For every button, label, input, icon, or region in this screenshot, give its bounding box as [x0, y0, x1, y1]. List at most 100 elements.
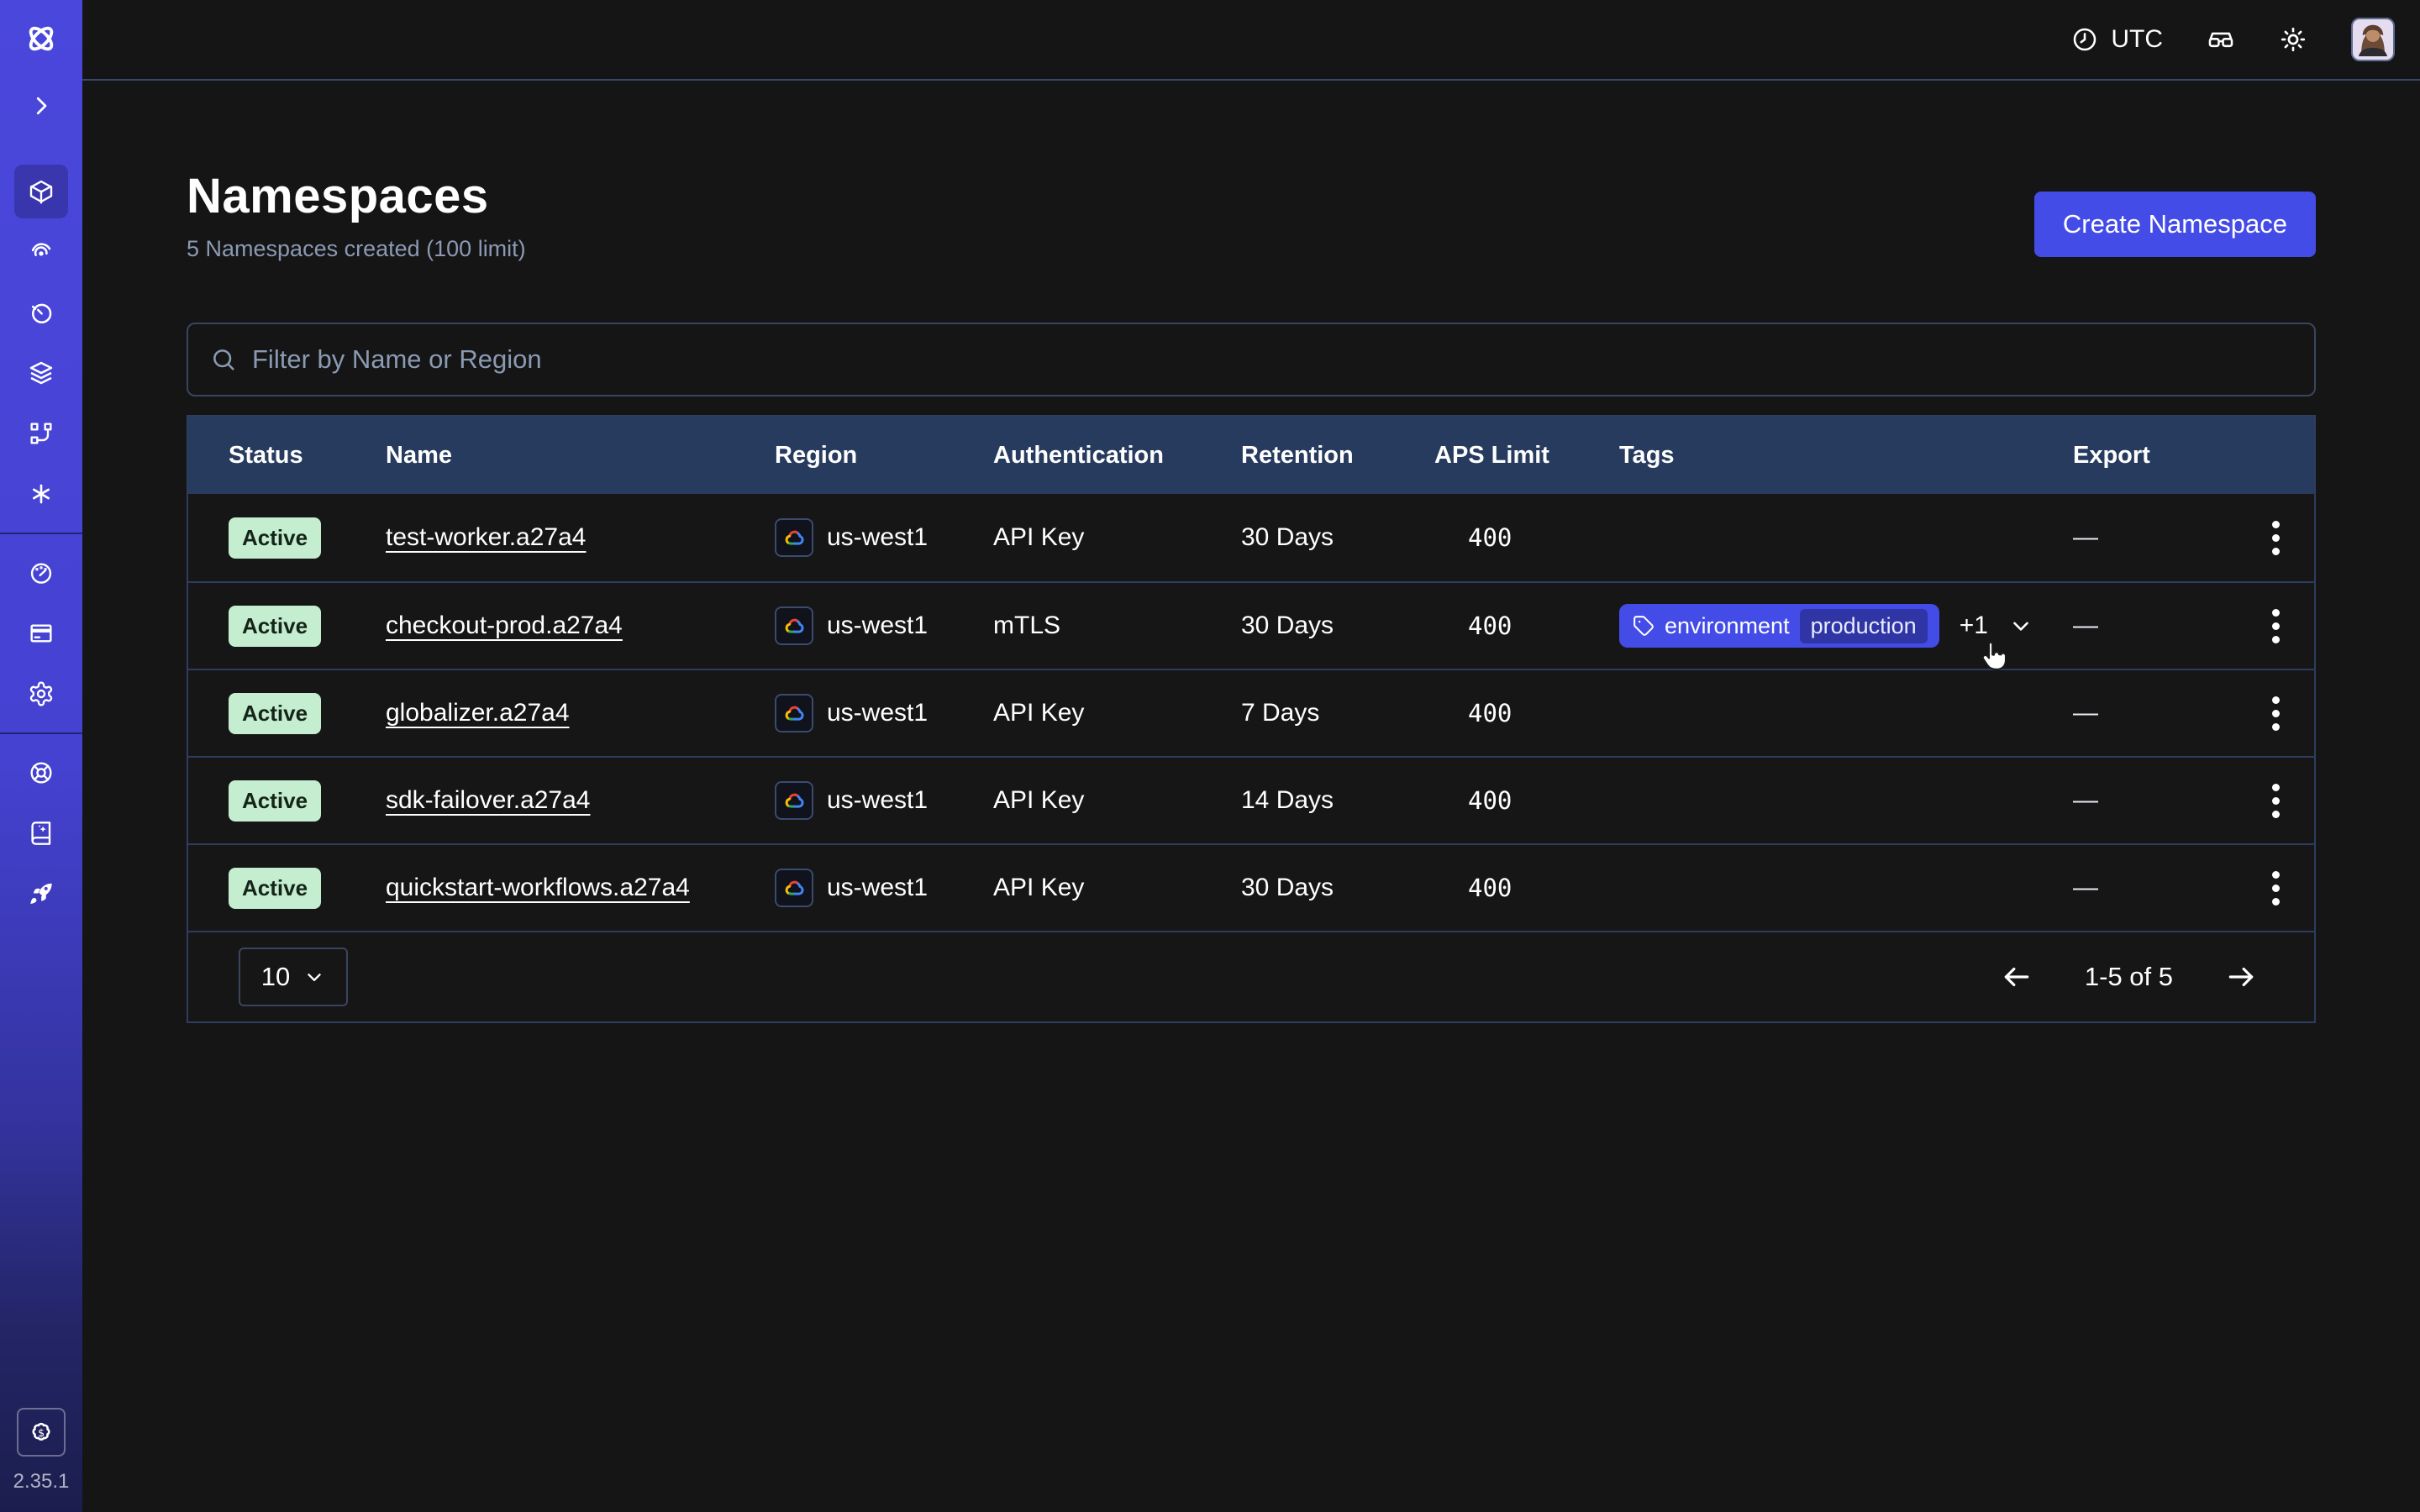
auth-label: API Key	[993, 523, 1241, 552]
temporal-logo[interactable]	[21, 18, 61, 59]
aps-limit-value: 400	[1434, 874, 1619, 902]
svg-text:$: $	[38, 1427, 45, 1440]
namespace-link[interactable]: quickstart-workflows.a27a4	[386, 874, 690, 902]
gcp-region-icon	[775, 869, 813, 907]
col-header-tags: Tags	[1619, 442, 2073, 470]
sidebar-item-docs[interactable]	[14, 806, 68, 860]
chevron-down-icon	[303, 966, 325, 988]
timezone-label: UTC	[2111, 25, 2163, 54]
row-menu-button[interactable]	[2264, 512, 2288, 564]
export-value: —	[2073, 874, 2238, 902]
aps-limit-value: 400	[1434, 612, 1619, 640]
row-menu-button[interactable]	[2264, 863, 2288, 914]
sidebar-item-settings[interactable]	[14, 667, 68, 721]
auth-label: API Key	[993, 699, 1241, 727]
export-value: —	[2073, 786, 2238, 815]
status-badge: Active	[229, 517, 321, 559]
sidebar-item-support[interactable]	[14, 746, 68, 800]
clock-icon	[2070, 25, 2099, 54]
status-badge: Active	[229, 693, 321, 734]
status-badge: Active	[229, 868, 321, 909]
pagination-range: 1-5 of 5	[2085, 962, 2173, 992]
table-body: Active test-worker.a27a4 us-west1 API Ke…	[188, 494, 2314, 931]
page-size-select[interactable]: 10	[239, 948, 348, 1006]
col-header-retention: Retention	[1241, 442, 1434, 470]
gcp-region-icon	[775, 694, 813, 732]
chevron-down-icon[interactable]	[2008, 613, 2033, 638]
gcp-region-icon	[775, 781, 813, 820]
table-row: Active test-worker.a27a4 us-west1 API Ke…	[188, 494, 2314, 581]
retention-label: 30 Days	[1241, 523, 1434, 552]
sidebar-item-deployments[interactable]	[14, 407, 68, 460]
tag-value: production	[1800, 609, 1928, 643]
billing-badge-button[interactable]: $	[17, 1408, 66, 1457]
glasses-icon[interactable]	[2207, 25, 2235, 54]
filter-bar	[187, 323, 2316, 396]
tag-chip[interactable]: environment production	[1619, 604, 1939, 648]
col-header-authentication: Authentication	[993, 442, 1241, 470]
namespace-link[interactable]: checkout-prod.a27a4	[386, 612, 623, 640]
table-row: Active globalizer.a27a4 us-west1 API Key…	[188, 669, 2314, 756]
sidebar-item-billing[interactable]	[14, 606, 68, 660]
auth-label: mTLS	[993, 612, 1241, 640]
tag-icon	[1633, 615, 1655, 637]
sidebar-item-task-queues[interactable]	[14, 346, 68, 400]
export-value: —	[2073, 523, 2238, 552]
tag-key: environment	[1665, 613, 1790, 639]
sidebar-item-namespaces[interactable]	[14, 165, 68, 218]
retention-label: 30 Days	[1241, 612, 1434, 640]
sidebar-divider	[0, 533, 82, 534]
retention-label: 30 Days	[1241, 874, 1434, 902]
user-avatar[interactable]	[2351, 18, 2395, 61]
table-row: Active checkout-prod.a27a4 us-west1 mTLS…	[188, 581, 2314, 669]
namespace-link[interactable]: globalizer.a27a4	[386, 699, 570, 727]
previous-page-button[interactable]	[1996, 956, 2038, 998]
col-header-name: Name	[386, 442, 775, 470]
sidebar-item-schedules[interactable]	[14, 286, 68, 339]
aps-limit-value: 400	[1434, 699, 1619, 727]
auth-label: API Key	[993, 874, 1241, 902]
namespace-link[interactable]: sdk-failover.a27a4	[386, 786, 591, 815]
sidebar-item-nexus[interactable]	[14, 467, 68, 521]
sidebar-divider	[0, 732, 82, 734]
sidebar-item-getting-started[interactable]	[14, 867, 68, 921]
sidebar-item-usage[interactable]	[14, 546, 68, 600]
create-namespace-button[interactable]: Create Namespace	[2034, 192, 2316, 257]
filter-input[interactable]	[252, 344, 2292, 375]
sidebar-expand-button[interactable]	[21, 86, 61, 126]
region-label: us-west1	[827, 786, 928, 815]
table-footer: 10 1-5 of 5	[188, 931, 2314, 1021]
col-header-region: Region	[775, 442, 993, 470]
next-page-button[interactable]	[2220, 956, 2262, 998]
table-row: Active sdk-failover.a27a4 us-west1 API K…	[188, 756, 2314, 843]
timezone-selector[interactable]: UTC	[2070, 25, 2163, 54]
auth-label: API Key	[993, 786, 1241, 815]
sidebar-item-workflows[interactable]	[14, 225, 68, 279]
region-label: us-west1	[827, 523, 928, 552]
row-menu-button[interactable]	[2264, 688, 2288, 739]
table-row: Active quickstart-workflows.a27a4 us-wes…	[188, 843, 2314, 931]
namespaces-table: Status Name Region Authentication Retent…	[187, 415, 2316, 1023]
tag-more-count[interactable]: +1	[1960, 612, 1988, 640]
page-title: Namespaces	[187, 168, 526, 224]
main-content: Namespaces 5 Namespaces created (100 lim…	[82, 82, 2420, 1512]
col-header-status: Status	[229, 442, 386, 470]
gcp-region-icon	[775, 518, 813, 557]
region-label: us-west1	[827, 699, 928, 727]
page-size-value: 10	[261, 962, 290, 992]
status-badge: Active	[229, 606, 321, 647]
app-version: 2.35.1	[13, 1470, 70, 1494]
region-label: us-west1	[827, 874, 928, 902]
col-header-aps-limit: APS Limit	[1434, 442, 1619, 470]
namespace-link[interactable]: test-worker.a27a4	[386, 523, 586, 552]
col-header-export: Export	[2073, 442, 2238, 470]
gcp-region-icon	[775, 606, 813, 645]
export-value: —	[2073, 699, 2238, 727]
tags-group: environment production +1	[1619, 604, 2033, 648]
row-menu-button[interactable]	[2264, 601, 2288, 652]
sun-icon[interactable]	[2279, 25, 2307, 54]
row-menu-button[interactable]	[2264, 775, 2288, 827]
aps-limit-value: 400	[1434, 523, 1619, 552]
retention-label: 14 Days	[1241, 786, 1434, 815]
page-subtitle: 5 Namespaces created (100 limit)	[187, 236, 526, 262]
